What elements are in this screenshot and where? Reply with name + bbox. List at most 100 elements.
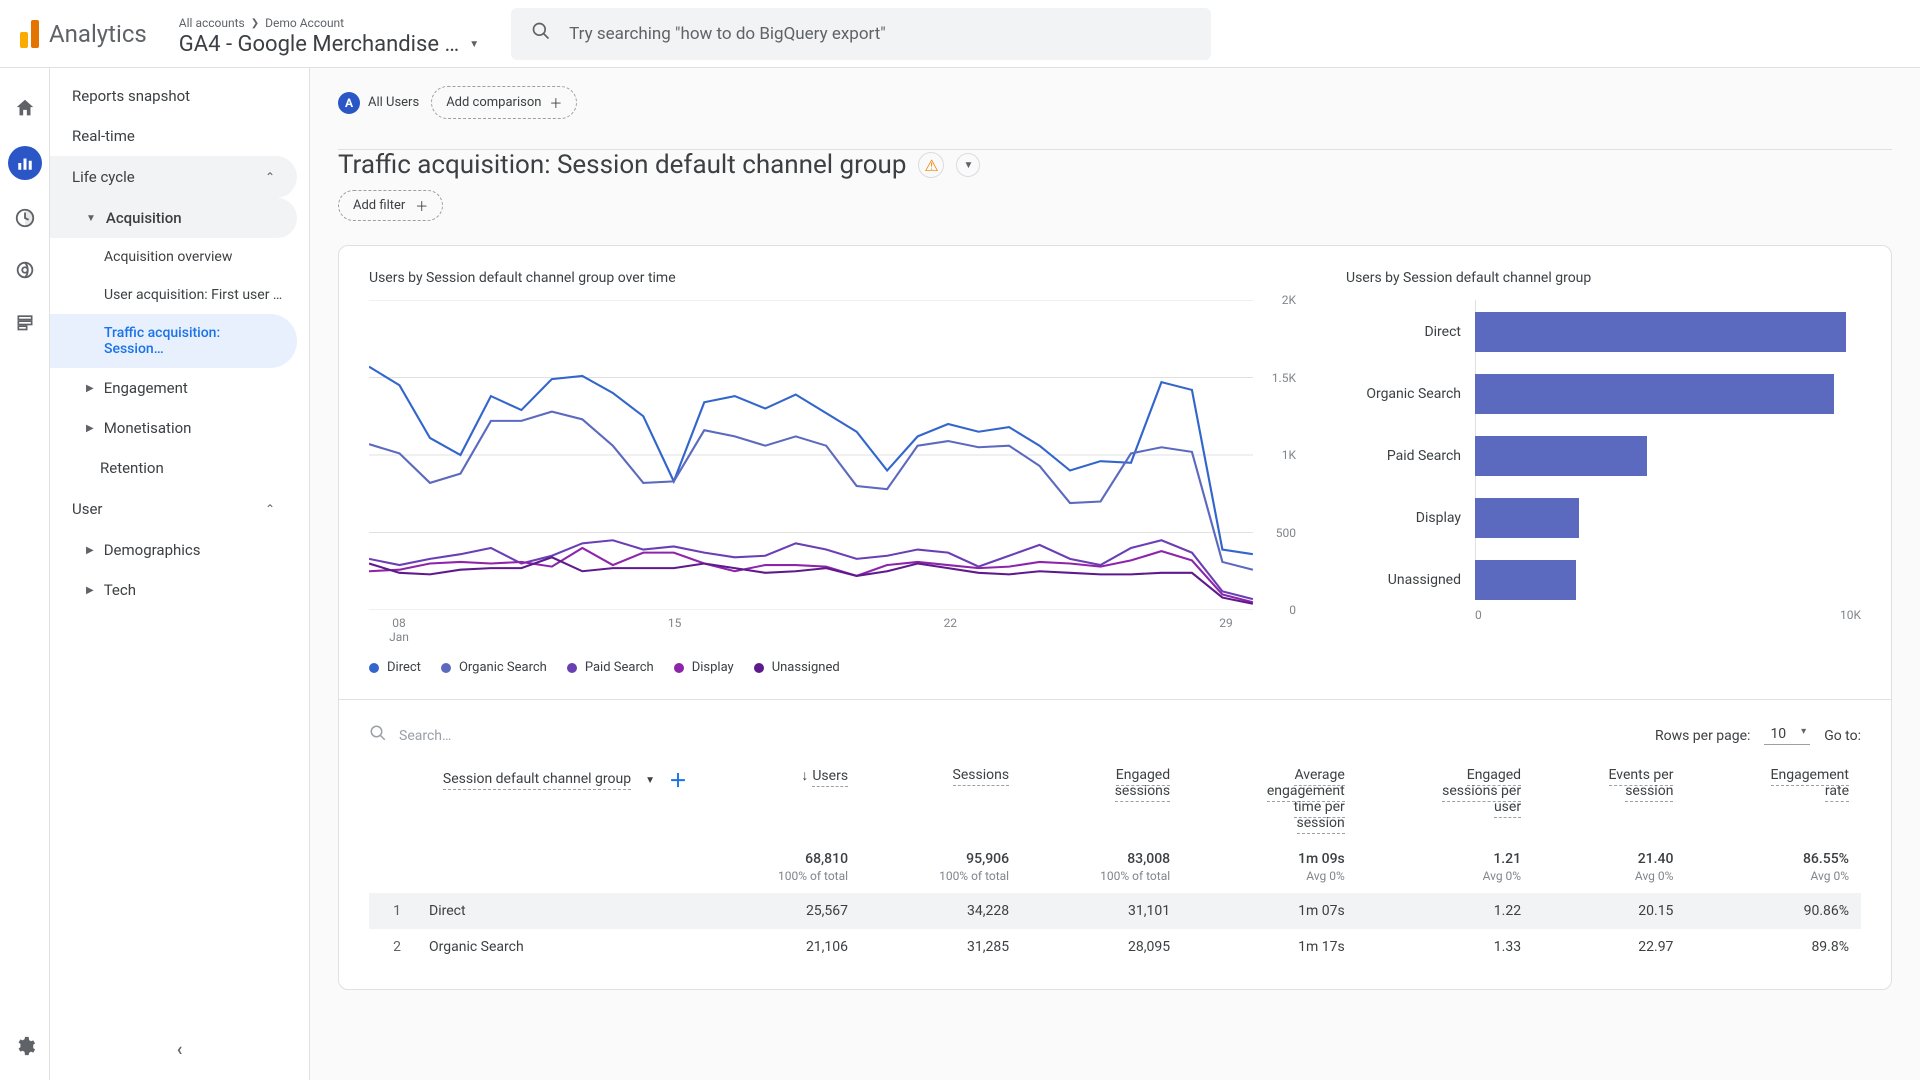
col-users-label: Users	[812, 768, 848, 787]
add-filter-button[interactable]: Add filter ＋	[338, 190, 443, 221]
advertising-icon[interactable]	[11, 256, 39, 284]
table-search-input[interactable]: Search…	[369, 724, 451, 747]
audience-chip-all-users[interactable]: A All Users	[338, 92, 419, 114]
line-chart-panel: Users by Session default channel group o…	[369, 270, 1296, 675]
bar-scale: 010K	[1475, 608, 1861, 622]
explore-icon[interactable]	[11, 204, 39, 232]
col-engaged-sessions[interactable]: Engagedsessions	[1021, 757, 1182, 841]
collapse-sidebar-button[interactable]: ‹	[177, 1039, 183, 1060]
sidebar-engagement-label: Engagement	[104, 379, 188, 397]
rows-per-page-select[interactable]: 10	[1764, 726, 1810, 745]
col-avg-engagement[interactable]: Averageengagementtime persession	[1182, 757, 1357, 841]
property-name: GA4 - Google Merchandise …	[179, 32, 459, 57]
sidebar-acquisition-overview[interactable]: Acquisition overview	[50, 238, 309, 276]
bar-label: Paid Search	[1346, 448, 1461, 464]
legend-item[interactable]: Unassigned	[754, 660, 840, 675]
go-to-label: Go to:	[1824, 728, 1861, 744]
bar-row[interactable]: Unassigned	[1346, 560, 1861, 600]
comparison-row: A All Users Add comparison ＋	[310, 68, 1920, 131]
chevron-right-icon: ❯	[251, 18, 259, 29]
plus-icon: ＋	[549, 93, 562, 112]
bar-row[interactable]: Direct	[1346, 312, 1861, 352]
sidebar-engagement[interactable]: ▶ Engagement	[50, 368, 309, 408]
legend-item[interactable]: Display	[674, 660, 734, 675]
bar-chart[interactable]: Direct Organic Search Paid Search Display Un…	[1346, 300, 1861, 600]
account-selector[interactable]: All accounts ❯ Demo Account GA4 - Google…	[179, 10, 479, 57]
bar-label: Direct	[1346, 324, 1461, 340]
search-placeholder: Try searching "how to do BigQuery export…	[569, 24, 886, 44]
sidebar-lifecycle-label: Life cycle	[72, 168, 135, 186]
sidebar-reports-snapshot[interactable]: Reports snapshot	[50, 76, 309, 116]
table-search-placeholder: Search…	[399, 728, 451, 744]
page-title-text: Traffic acquisition: Session default cha…	[338, 150, 906, 180]
col-engagement-rate[interactable]: Engagementrate	[1685, 757, 1861, 841]
warning-icon[interactable]: ⚠	[918, 152, 944, 178]
caret-down-icon: ▼	[469, 39, 479, 50]
search-input[interactable]: Try searching "how to do BigQuery export…	[511, 8, 1211, 60]
legend-item[interactable]: Direct	[369, 660, 421, 675]
search-icon	[531, 21, 551, 46]
caret-right-icon: ▶	[86, 383, 94, 394]
property-dropdown[interactable]: GA4 - Google Merchandise … ▼	[179, 32, 479, 57]
reports-icon[interactable]	[8, 146, 42, 180]
bar-row[interactable]: Display	[1346, 498, 1861, 538]
report-content: A All Users Add comparison ＋ Traffic acq…	[310, 68, 1920, 1080]
bar-row[interactable]: Organic Search	[1346, 374, 1861, 414]
bar-chart-panel: Users by Session default channel group D…	[1346, 270, 1861, 675]
sidebar-realtime[interactable]: Real-time	[50, 116, 309, 156]
app-header: Analytics All accounts ❯ Demo Account GA…	[0, 0, 1920, 68]
legend-item[interactable]: Organic Search	[441, 660, 547, 675]
chevron-up-icon: ⌃	[265, 502, 275, 516]
plus-icon: ＋	[415, 196, 428, 215]
col-engaged-per-user[interactable]: Engagedsessions peruser	[1357, 757, 1533, 841]
col-sessions[interactable]: Sessions	[860, 757, 1021, 841]
add-dimension-button[interactable]: ＋	[669, 767, 687, 793]
data-table: Session default channel group ▼ ＋ ↓Users…	[369, 757, 1861, 965]
configure-icon[interactable]	[11, 308, 39, 336]
bar-label: Organic Search	[1346, 386, 1461, 402]
sidebar-acquisition[interactable]: ▼Acquisition	[50, 198, 297, 238]
bar-chart-title: Users by Session default channel group	[1346, 270, 1861, 286]
logo-area: Analytics	[20, 20, 147, 48]
bar-label: Unassigned	[1346, 572, 1461, 588]
breadcrumb: All accounts ❯ Demo Account	[179, 16, 479, 30]
search-icon	[369, 724, 387, 747]
admin-gear-icon[interactable]	[11, 1032, 39, 1060]
x-axis-labels: 08Jan152229	[369, 610, 1296, 644]
sidebar-demographics-label: Demographics	[104, 541, 201, 559]
sidebar-user-section[interactable]: User ⌃	[50, 488, 297, 530]
table-row[interactable]: 1Direct25,56734,22831,1011m 07s1.2220.15…	[369, 893, 1861, 929]
col-events-per-session[interactable]: Events persession	[1533, 757, 1685, 841]
breadcrumb-level-1: Demo Account	[265, 16, 344, 30]
home-icon[interactable]	[11, 94, 39, 122]
line-chart[interactable]: 2K1.5K1K5000	[369, 300, 1296, 610]
sidebar-monetisation[interactable]: ▶ Monetisation	[50, 408, 309, 448]
product-name: Analytics	[49, 20, 147, 48]
title-dropdown-button[interactable]: ▼	[956, 153, 980, 177]
sidebar-demographics[interactable]: ▶ Demographics	[50, 530, 309, 570]
add-filter-label: Add filter	[353, 198, 405, 213]
caret-down-icon: ▼	[645, 775, 655, 786]
sidebar-lifecycle-section[interactable]: Life cycle ⌃	[50, 156, 297, 198]
sidebar-traffic-acquisition[interactable]: Traffic acquisition: Session…	[50, 314, 297, 368]
legend-item[interactable]: Paid Search	[567, 660, 654, 675]
nav-rail	[0, 68, 50, 1080]
caret-right-icon: ▶	[86, 423, 94, 434]
bar-label: Display	[1346, 510, 1461, 526]
table-controls: Search… Rows per page: 10 Go to:	[369, 724, 1861, 757]
col-users[interactable]: ↓Users	[699, 757, 860, 841]
sidebar-tech[interactable]: ▶Tech	[50, 570, 309, 610]
add-comparison-label: Add comparison	[446, 95, 541, 110]
table-row[interactable]: 2Organic Search21,10631,28528,0951m 17s1…	[369, 929, 1861, 965]
line-chart-title: Users by Session default channel group o…	[369, 270, 1296, 286]
chevron-up-icon: ⌃	[265, 170, 275, 184]
sidebar-retention[interactable]: Retention	[50, 448, 309, 488]
sidebar-monetisation-label: Monetisation	[104, 419, 192, 437]
add-comparison-button[interactable]: Add comparison ＋	[431, 86, 577, 119]
chart-legend: Direct Organic Search Paid Search Display Un…	[369, 660, 1296, 675]
sidebar-user-acquisition[interactable]: User acquisition: First user …	[50, 276, 309, 314]
dimension-header[interactable]: Session default channel group ▼ ＋	[381, 767, 687, 793]
audience-chip-label: All Users	[368, 95, 419, 110]
caret-right-icon: ▶	[86, 545, 94, 556]
bar-row[interactable]: Paid Search	[1346, 436, 1861, 476]
